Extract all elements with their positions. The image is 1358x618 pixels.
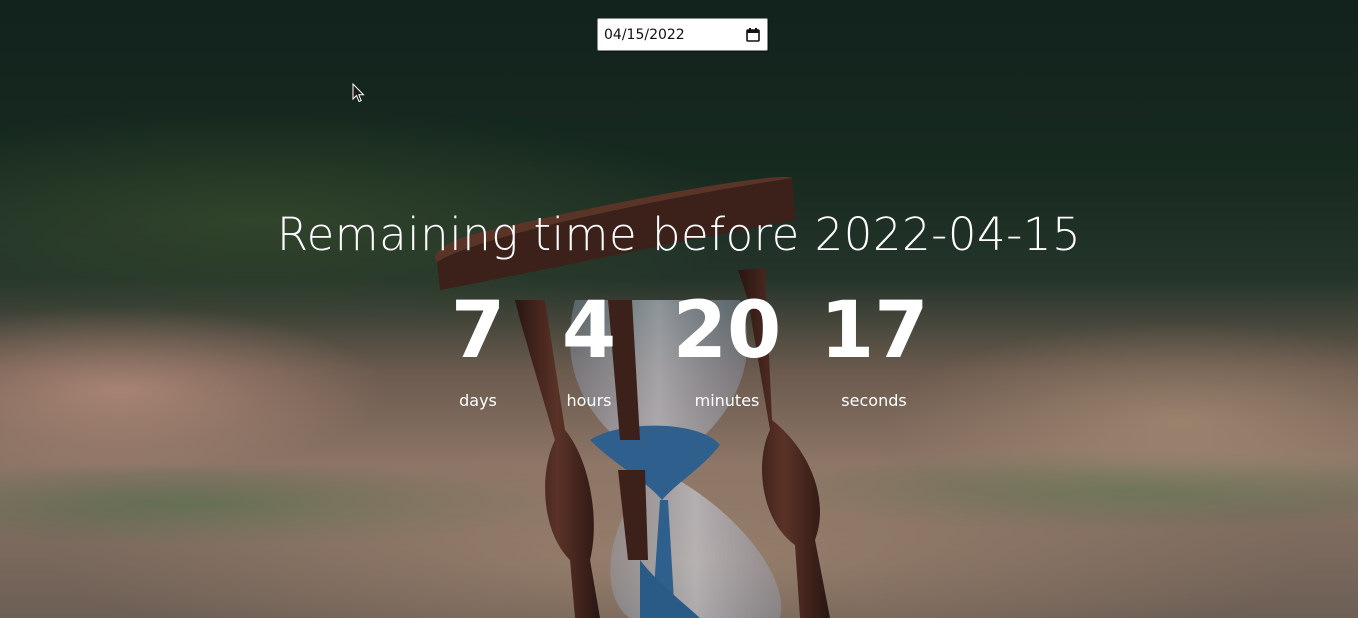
minutes-label: minutes [694, 391, 760, 410]
mouse-pointer-icon [352, 83, 365, 103]
calendar-icon[interactable] [745, 27, 761, 43]
seconds-value: 17 [820, 286, 929, 376]
countdown-minutes: 20 minutes [672, 285, 782, 411]
hours-label: hours [566, 391, 612, 410]
days-value: 7 [450, 286, 506, 376]
date-picker-input[interactable]: 04/15/2022 [597, 18, 768, 51]
minutes-value: 20 [672, 286, 782, 376]
countdown-days: 7 days [448, 285, 508, 411]
countdown-page: 04/15/2022 Remaining time before 2022-04… [0, 0, 1358, 618]
countdown-seconds: 17 seconds [820, 285, 929, 411]
countdown-title: Remaining time before 2022-04-15 [276, 208, 1082, 261]
hours-value: 4 [561, 286, 617, 376]
countdown-hours: 4 hours [554, 285, 624, 411]
seconds-label: seconds [841, 391, 907, 410]
days-label: days [459, 391, 497, 410]
date-picker-value: 04/15/2022 [604, 26, 685, 43]
